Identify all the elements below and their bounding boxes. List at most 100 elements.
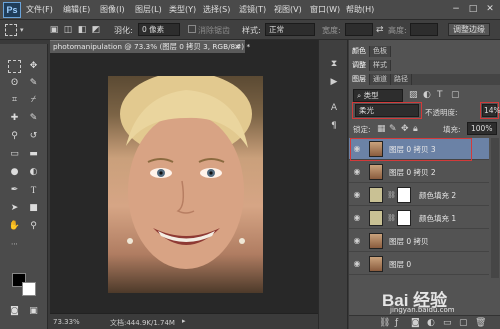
lasso-icon[interactable]: ʘ xyxy=(8,77,21,90)
filter-type-icon[interactable]: T xyxy=(437,89,443,101)
healing-brush-icon[interactable]: ✚ xyxy=(8,112,21,125)
tab-adjustments[interactable]: 调整 xyxy=(349,60,370,71)
lock-all-icon[interactable]: 🔒︎ xyxy=(413,123,418,135)
new-selection-icon[interactable]: ▣ xyxy=(48,24,60,36)
menu-view[interactable]: 视图(V) xyxy=(274,4,302,15)
status-arrow-icon[interactable]: ▸ xyxy=(182,317,186,325)
add-mask-icon[interactable]: ◙ xyxy=(411,317,420,329)
menu-type[interactable]: 类型(Y) xyxy=(169,4,196,15)
link-icon[interactable]: ⛓ xyxy=(387,214,396,222)
quick-select-icon[interactable]: ✎ xyxy=(27,77,40,90)
gradient-icon[interactable]: ▬ xyxy=(27,148,40,161)
lock-image-icon[interactable]: ✎ xyxy=(389,123,397,135)
layer-row[interactable]: ◉ 图层 0 xyxy=(349,253,489,275)
chevron-down-icon[interactable]: ▾ xyxy=(20,24,24,36)
layer-row[interactable]: ◉ 图层 0 拷贝 2 xyxy=(349,161,489,183)
fill-input[interactable]: 100% xyxy=(467,122,497,135)
layers-scrollbar[interactable] xyxy=(491,138,499,278)
layer-row[interactable]: ◉ ⛓ 颜色填充 1 xyxy=(349,207,489,229)
menu-edit[interactable]: 编辑(E) xyxy=(63,4,90,15)
zoom-level[interactable]: 73.33% xyxy=(53,318,80,326)
path-select-icon[interactable]: ➤ xyxy=(8,202,21,215)
visibility-eye-icon[interactable]: ◉ xyxy=(352,167,362,177)
minimize-button[interactable]: − xyxy=(449,3,463,15)
actions-panel-icon[interactable]: ▶ xyxy=(328,76,340,88)
paragraph-panel-icon[interactable]: ¶ xyxy=(328,120,340,132)
filter-adjust-icon[interactable]: ◐ xyxy=(423,89,431,101)
menu-file[interactable]: 文件(F) xyxy=(26,4,53,15)
mask-thumbnail[interactable] xyxy=(397,210,411,226)
visibility-eye-icon[interactable]: ◉ xyxy=(352,259,362,269)
layer-filter-select[interactable]: ⌕ 类型 xyxy=(353,89,403,102)
tab-channels[interactable]: 通道 xyxy=(370,74,391,85)
visibility-eye-icon[interactable]: ◉ xyxy=(352,236,362,246)
hand-icon[interactable]: ✋ xyxy=(8,220,21,233)
new-group-icon[interactable]: ▭ xyxy=(443,317,452,329)
brush-icon[interactable]: ✎ xyxy=(27,112,40,125)
tab-color[interactable]: 颜色 xyxy=(349,46,370,57)
antialias-checkbox[interactable] xyxy=(188,25,196,33)
shape-icon[interactable]: ■ xyxy=(27,202,40,215)
quick-mask-icon[interactable]: ◙ xyxy=(8,305,21,318)
history-panel-icon[interactable]: ⧗ xyxy=(328,58,340,70)
close-tab-icon[interactable]: × xyxy=(234,42,241,51)
feather-input[interactable]: 0 像素 xyxy=(138,23,180,36)
eyedropper-icon[interactable]: ⌿ xyxy=(27,94,40,107)
lock-position-icon[interactable]: ✥ xyxy=(401,123,409,135)
menu-help[interactable]: 帮助(H) xyxy=(346,4,374,15)
marquee-tool-preset-icon[interactable] xyxy=(5,24,17,36)
layer-row[interactable]: ◉ 图层 0 拷贝 xyxy=(349,230,489,252)
type-icon[interactable]: T xyxy=(27,184,40,197)
visibility-eye-icon[interactable]: ◉ xyxy=(352,213,362,223)
tab-layers[interactable]: 图层 xyxy=(349,74,370,85)
adjustment-layer-icon[interactable]: ◐ xyxy=(427,317,435,329)
tab-paths[interactable]: 路径 xyxy=(391,74,412,85)
height-input[interactable] xyxy=(410,23,438,36)
zoom-icon[interactable]: ⚲ xyxy=(27,220,40,233)
menu-select[interactable]: 选择(S) xyxy=(203,4,230,15)
opacity-input[interactable]: 14% xyxy=(482,104,500,117)
swap-icon[interactable]: ⇄ xyxy=(376,24,384,36)
layer-row[interactable]: ◉ ⛓ 颜色填充 2 xyxy=(349,184,489,206)
maximize-button[interactable]: □ xyxy=(466,3,480,15)
trash-icon[interactable]: 🗑︎ xyxy=(475,317,486,329)
canvas-image[interactable] xyxy=(108,72,263,293)
tab-styles[interactable]: 样式 xyxy=(370,60,391,71)
filter-shape-icon[interactable]: ▢ xyxy=(451,89,460,101)
add-selection-icon[interactable]: ◫ xyxy=(62,24,74,36)
menu-layer[interactable]: 图层(L) xyxy=(135,4,162,15)
background-color-swatch[interactable] xyxy=(22,282,36,296)
fx-icon[interactable]: ƒ xyxy=(395,317,398,329)
blur-icon[interactable]: ● xyxy=(8,166,21,179)
document-tab[interactable]: photomanipulation @ 73.3% (图层 0 拷贝 3, RG… xyxy=(50,40,250,53)
clone-stamp-icon[interactable]: ⚲ xyxy=(8,130,21,143)
lock-pixels-icon[interactable]: ▦ xyxy=(377,123,386,135)
link-icon[interactable]: ⛓ xyxy=(387,191,396,199)
refine-edge-button[interactable]: 调整边缘 xyxy=(448,23,490,36)
menu-image[interactable]: 图像(I) xyxy=(100,4,125,15)
crop-icon[interactable]: ⌗ xyxy=(8,94,21,107)
history-brush-icon[interactable]: ↺ xyxy=(27,130,40,143)
intersect-selection-icon[interactable]: ◩ xyxy=(90,24,102,36)
mask-thumbnail[interactable] xyxy=(397,187,411,203)
menu-filter[interactable]: 滤镜(T) xyxy=(239,4,266,15)
more-tools-icon[interactable]: ⋯ xyxy=(8,238,21,251)
close-button[interactable]: ✕ xyxy=(483,3,497,15)
character-panel-icon[interactable]: A xyxy=(328,102,340,114)
visibility-eye-icon[interactable]: ◉ xyxy=(352,190,362,200)
style-select[interactable]: 正常 xyxy=(265,23,315,36)
new-layer-icon[interactable]: ▢ xyxy=(459,317,468,329)
menu-window[interactable]: 窗口(W) xyxy=(310,4,340,15)
dodge-icon[interactable]: ◐ xyxy=(27,166,40,179)
filter-pixel-icon[interactable]: ▨ xyxy=(409,89,418,101)
screen-mode-icon[interactable]: ▣ xyxy=(27,305,40,318)
tab-swatches[interactable]: 色板 xyxy=(370,46,391,57)
subtract-selection-icon[interactable]: ◧ xyxy=(76,24,88,36)
width-input[interactable] xyxy=(345,23,373,36)
rect-marquee-icon[interactable] xyxy=(8,60,21,73)
pen-icon[interactable]: ✒ xyxy=(8,184,21,197)
eraser-icon[interactable]: ▭ xyxy=(8,148,21,161)
move-tool-icon[interactable]: ✥ xyxy=(27,60,40,73)
link-layers-icon[interactable]: ⛓ xyxy=(379,317,390,329)
blend-mode-select[interactable]: 柔光 xyxy=(355,104,419,117)
